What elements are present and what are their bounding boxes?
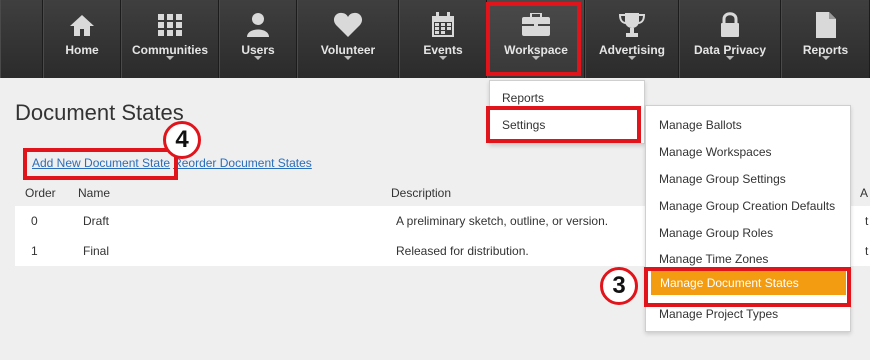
cell-extra: t [865, 244, 869, 258]
nav-users[interactable]: Users [219, 0, 297, 78]
step-4-badge: 4 [163, 121, 201, 159]
column-header-extra[interactable]: A [860, 186, 868, 200]
menu-item-reports[interactable]: Reports [502, 91, 544, 105]
user-icon [246, 10, 270, 40]
cell-description: A preliminary sketch, outline, or versio… [396, 214, 609, 228]
chevron-down-icon [166, 56, 174, 60]
nav-users-label: Users [241, 43, 275, 57]
workspace-highlight [486, 2, 581, 76]
nav-volunteer-label: Volunteer [320, 43, 376, 57]
nav-communities[interactable]: Communities [121, 0, 219, 78]
column-header-name[interactable]: Name [78, 186, 110, 200]
nav-volunteer[interactable]: Volunteer [297, 0, 399, 78]
home-icon [69, 10, 95, 40]
menu-item-manage-group-settings[interactable]: Manage Group Settings [659, 172, 786, 186]
cell-name: Draft [83, 214, 110, 228]
chevron-down-icon [254, 56, 262, 60]
chevron-down-icon [821, 56, 830, 60]
cell-description: Released for distribution. [396, 244, 529, 258]
menu-item-manage-group-roles[interactable]: Manage Group Roles [659, 226, 773, 240]
menu-item-manage-workspaces[interactable]: Manage Workspaces [659, 145, 772, 159]
column-header-description[interactable]: Description [391, 186, 451, 200]
cell-order: 0 [31, 214, 38, 228]
reorder-document-states-link[interactable]: Reorder Document States [173, 156, 312, 170]
lock-icon [719, 10, 741, 40]
add-link-highlight [23, 148, 178, 180]
menu-item-manage-group-creation-defaults[interactable]: Manage Group Creation Defaults [659, 199, 835, 213]
nav-events[interactable]: Events [399, 0, 487, 78]
step-3-badge: 3 [600, 267, 638, 305]
chevron-down-icon [726, 56, 734, 60]
settings-highlight [486, 106, 641, 143]
chevron-down-icon [628, 56, 636, 60]
page-title: Document States [15, 100, 184, 125]
cell-extra: t [865, 214, 869, 228]
heart-icon [333, 10, 363, 40]
chevron-down-icon [439, 56, 447, 60]
nav-communities-label: Communities [131, 43, 208, 57]
menu-item-manage-time-zones[interactable]: Manage Time Zones [659, 252, 768, 266]
nav-advertising-label: Advertising [598, 43, 665, 57]
nav-events-label: Events [423, 43, 463, 57]
trophy-icon [618, 10, 646, 40]
nav-home-label: Home [65, 43, 99, 57]
menu-item-manage-ballots[interactable]: Manage Ballots [659, 118, 742, 132]
grid-icon [157, 10, 183, 40]
cell-order: 1 [31, 244, 38, 258]
nav-home[interactable]: Home [43, 0, 121, 78]
calendar-icon [431, 10, 455, 40]
nav-data-privacy-label: Data Privacy [693, 43, 767, 57]
nav-spacer [0, 0, 43, 78]
document-icon [815, 10, 837, 40]
document-states-highlight [644, 267, 851, 307]
cell-name: Final [83, 244, 110, 258]
nav-advertising[interactable]: Advertising [585, 0, 679, 78]
nav-reports[interactable]: Reports [781, 0, 870, 78]
menu-item-manage-project-types[interactable]: Manage Project Types [659, 307, 778, 321]
column-header-order[interactable]: Order [25, 186, 56, 200]
nav-reports-label: Reports [802, 43, 849, 57]
chevron-down-icon [344, 56, 352, 60]
nav-data-privacy[interactable]: Data Privacy [679, 0, 781, 78]
top-nav: Home Communities Users Volunteer Events … [0, 0, 870, 78]
